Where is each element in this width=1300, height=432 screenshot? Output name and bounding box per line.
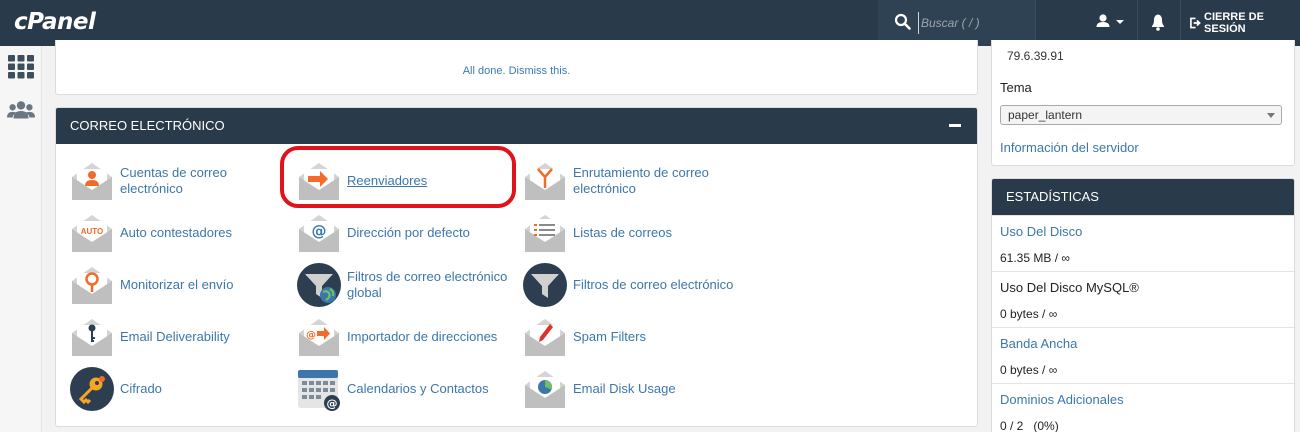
svg-text:AUTO: AUTO <box>81 227 104 236</box>
email-disk-usage-label: Email Disk Usage <box>573 381 676 396</box>
email-section-header[interactable]: CORREO ELECTRÓNICO <box>56 108 977 144</box>
stat-bandwidth-link[interactable]: Banda Ancha <box>1000 336 1077 351</box>
default-address-item[interactable]: @ Dirección por defecto <box>296 208 518 258</box>
track-delivery-label: Monitorizar el envío <box>120 277 234 292</box>
envelope-pin-icon <box>72 267 112 304</box>
spam-filters-item[interactable]: Spam Filters <box>522 312 752 362</box>
spam-filters-label: Spam Filters <box>573 329 646 344</box>
theme-label: Tema <box>1000 80 1032 95</box>
stat-addon-domains-value: 0 / 2 (0%) <box>1000 419 1059 432</box>
envelope-pen-icon <box>525 319 565 356</box>
svg-text:@: @ <box>306 330 316 341</box>
mailing-lists-item[interactable]: Listas de correos <box>522 208 752 258</box>
statistics-panel: ESTADÍSTICAS Uso Del Disco 61.35 MB / ∞ … <box>991 178 1295 432</box>
left-rail <box>0 46 42 432</box>
address-importer-label: Importador de direcciones <box>347 329 498 344</box>
server-ip: 79.6.39.91 <box>1007 49 1064 63</box>
chevron-down-icon <box>1116 20 1124 24</box>
envelope-import-icon: @ <box>299 319 339 356</box>
global-email-filters-item[interactable]: Filtros de correo electrónico global <box>296 260 518 310</box>
encryption-label: Cifrado <box>120 381 162 396</box>
email-filters-item[interactable]: Filtros de correo electrónico <box>522 260 752 310</box>
address-importer-item[interactable]: @ Importador de direcciones <box>296 312 518 362</box>
mailing-lists-label: Listas de correos <box>573 225 672 240</box>
envelope-routing-icon <box>525 163 565 200</box>
theme-value: paper_lantern <box>1008 108 1083 122</box>
stat-addon-domains: Dominios Adicionales 0 / 2 (0%) <box>992 383 1294 432</box>
statistics-title: ESTADÍSTICAS <box>992 179 1294 215</box>
email-disk-usage-item[interactable]: Email Disk Usage <box>522 364 752 414</box>
svg-text:@: @ <box>327 397 338 410</box>
server-info-link[interactable]: Información del servidor <box>1000 140 1139 155</box>
envelope-key-icon <box>72 319 112 356</box>
grid-icon[interactable] <box>7 54 35 80</box>
stat-mysql-disk-usage: Uso Del Disco MySQL® 0 bytes / ∞ <box>992 271 1294 327</box>
autoresponders-item[interactable]: AUTO Auto contestadores <box>69 208 279 258</box>
default-address-label: Dirección por defecto <box>347 225 470 240</box>
stat-bandwidth: Banda Ancha 0 bytes / ∞ <box>992 327 1294 383</box>
email-section-panel: CORREO ELECTRÓNICO Cuentas de correo ele… <box>55 107 978 427</box>
encryption-item[interactable]: Cifrado <box>69 364 279 414</box>
envelope-pie-icon <box>525 371 565 408</box>
users-icon[interactable] <box>7 98 35 124</box>
email-deliverability-label: Email Deliverability <box>120 329 230 344</box>
envelope-auto-icon: AUTO <box>72 215 112 252</box>
track-delivery-item[interactable]: Monitorizar el envío <box>69 260 279 310</box>
theme-select[interactable]: paper_lantern <box>1000 105 1282 125</box>
key-icon <box>70 367 114 411</box>
email-section-title: CORREO ELECTRÓNICO <box>70 118 225 133</box>
global-email-filters-label: Filtros de correo electrónico global <box>347 269 508 300</box>
calendar-icon: @ <box>298 370 340 411</box>
funnel-globe-icon <box>297 263 341 307</box>
email-routing-label: Enrutamiento de correo electrónico <box>573 165 709 196</box>
general-info-panel: 79.6.39.91 Tema paper_lantern Informació… <box>991 40 1295 166</box>
envelope-at-icon: @ <box>299 215 339 252</box>
email-accounts-label: Cuentas de correo electrónico <box>120 165 227 196</box>
email-filters-label: Filtros de correo electrónico <box>573 277 734 292</box>
autoresponders-label: Auto contestadores <box>120 225 233 240</box>
dismiss-notice-link[interactable]: All done. Dismiss this. <box>56 65 977 77</box>
stat-mysql-disk-usage-label: Uso Del Disco MySQL® <box>1000 280 1139 295</box>
envelope-list-icon <box>525 215 565 252</box>
collapse-icon[interactable] <box>949 124 961 127</box>
logout-label: CIERRE DE SESIÓN <box>1204 11 1264 35</box>
highlight-annotation <box>280 146 516 208</box>
calendars-contacts-label: Calendarios y Contactos <box>347 381 489 396</box>
search-icon[interactable] <box>894 13 912 31</box>
stat-mysql-disk-usage-value: 0 bytes / ∞ <box>1000 307 1058 321</box>
cpanel-logo[interactable]: cPanel <box>14 9 96 35</box>
notice-panel: All done. Dismiss this. <box>55 40 978 95</box>
funnel-icon <box>523 263 567 307</box>
chevron-down-icon <box>1267 113 1275 118</box>
stat-disk-usage: Uso Del Disco 61.35 MB / ∞ <box>992 215 1294 271</box>
email-accounts-item[interactable]: Cuentas de correo electrónico <box>69 156 279 206</box>
logout-icon <box>1190 17 1201 29</box>
stat-addon-domains-link[interactable]: Dominios Adicionales <box>1000 392 1124 407</box>
search-input[interactable] <box>918 12 1026 34</box>
stat-disk-usage-link[interactable]: Uso Del Disco <box>1000 224 1082 239</box>
svg-text:@: @ <box>312 222 327 240</box>
stat-bandwidth-value: 0 bytes / ∞ <box>1000 363 1058 377</box>
envelope-user-icon <box>72 163 112 200</box>
email-routing-item[interactable]: Enrutamiento de correo electrónico <box>522 156 752 206</box>
calendars-contacts-item[interactable]: @ Calendarios y Contactos <box>296 364 518 414</box>
email-deliverability-item[interactable]: Email Deliverability <box>69 312 279 362</box>
stat-disk-usage-value: 61.35 MB / ∞ <box>1000 251 1070 265</box>
